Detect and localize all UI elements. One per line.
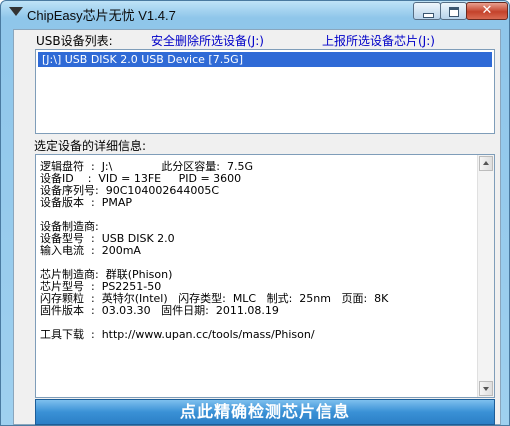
arrow-up-icon bbox=[483, 161, 489, 165]
device-list-item[interactable]: [J:\] USB DISK 2.0 USB Device [7.5G] bbox=[38, 52, 492, 67]
scroll-down-button[interactable] bbox=[479, 381, 493, 396]
scroll-up-button[interactable] bbox=[479, 156, 493, 171]
report-chip-link[interactable]: 上报所选设备芯片(J:) bbox=[322, 32, 435, 49]
precise-check-button[interactable]: 点此精确检测芯片信息 bbox=[35, 399, 495, 425]
details-scrollbar[interactable] bbox=[477, 155, 494, 397]
app-window: ChipEasy芯片无忧 V1.4.7 ✕ USB设备列表: 安全删除所选设备(… bbox=[0, 0, 510, 426]
detail-line: 输入电流 : 200mA bbox=[40, 244, 141, 257]
close-icon: ✕ bbox=[481, 3, 493, 18]
arrow-down-icon bbox=[483, 387, 489, 391]
maximize-button[interactable] bbox=[440, 2, 467, 20]
close-button[interactable]: ✕ bbox=[466, 2, 508, 20]
title-bar[interactable]: ChipEasy芯片无忧 V1.4.7 ✕ bbox=[1, 1, 509, 27]
window-title: ChipEasy芯片无忧 V1.4.7 bbox=[27, 8, 176, 23]
detail-line: 固件版本 : 03.03.30 固件日期: 2011.08.19 bbox=[40, 304, 279, 317]
details-textbox[interactable]: 逻辑盘符 : J:\ 此分区容量: 7.5G 设备ID : VID = 13FE… bbox=[35, 154, 495, 398]
device-list[interactable]: [J:\] USB DISK 2.0 USB Device [7.5G] bbox=[35, 49, 495, 134]
detail-line: 工具下载 : http://www.upan.cc/tools/mass/Phi… bbox=[40, 328, 315, 341]
detail-line: 设备版本 : PMAP bbox=[40, 196, 132, 209]
app-menu-icon[interactable] bbox=[9, 7, 23, 16]
maximize-icon bbox=[449, 7, 459, 17]
main-panel: USB设备列表: 安全删除所选设备(J:) 上报所选设备芯片(J:) [J:\]… bbox=[13, 29, 501, 425]
usb-list-label: USB设备列表: bbox=[36, 34, 113, 48]
minimize-icon bbox=[423, 13, 434, 18]
details-label: 选定设备的详细信息: bbox=[34, 139, 147, 153]
safe-remove-link[interactable]: 安全删除所选设备(J:) bbox=[151, 32, 264, 49]
minimize-button[interactable] bbox=[413, 2, 441, 20]
